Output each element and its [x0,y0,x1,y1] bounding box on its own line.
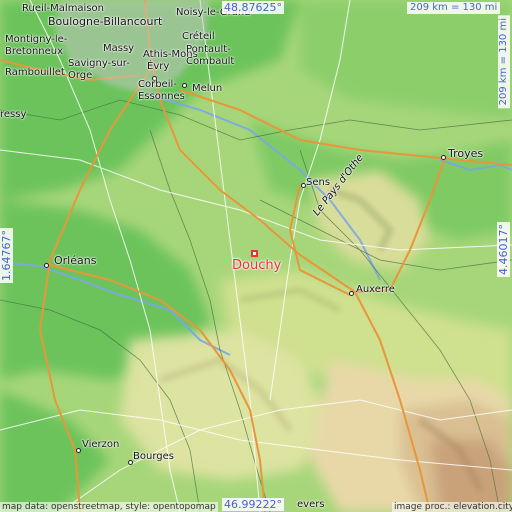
scale-horizontal: 209 km = 130 mi [407,2,501,14]
credit-map-data: map data: openstreetmap, style: opentopo… [0,502,218,512]
scale-vertical: 209 km = 130 mi [498,15,510,109]
place-label-nevers[interactable]: evers [297,500,325,510]
place-label-boulogne[interactable]: Boulogne-Billancourt [48,16,162,27]
place-label-ressy[interactable]: ressy [0,110,26,120]
topographic-map[interactable]: Rueil-Malmaison Noisy-le-Grand Boulogne-… [0,0,512,512]
place-label-orleans[interactable]: Orléans [54,255,96,266]
place-label-melun[interactable]: Melun [192,84,222,94]
place-label-sens[interactable]: Sens [306,178,330,188]
city-dot [441,155,446,160]
place-label-evry[interactable]: Évry [147,62,169,72]
city-dot [44,263,49,268]
coordinate-top: 48.87625° [222,1,284,14]
city-dot [349,291,354,296]
place-label-pontault[interactable]: Pontault-Combault [186,44,256,68]
coordinate-left: 1.64767° [0,228,13,283]
place-label-bourges[interactable]: Bourges [133,452,174,462]
coordinate-bottom: 46.99222° [222,498,284,511]
place-label-auxerre[interactable]: Auxerre [356,285,395,295]
place-label-vierzon[interactable]: Vierzon [82,440,119,450]
target-location-label[interactable]: Douchy [232,259,281,272]
place-label-troyes[interactable]: Troyes [448,148,483,159]
place-label-savigny[interactable]: Savigny-sur-Orge [68,58,138,82]
place-label-massy[interactable]: Massy [103,44,134,54]
city-dot [76,448,81,453]
place-label-rueil[interactable]: Rueil-Malmaison [22,4,104,14]
place-label-rambouillet[interactable]: Rambouillet [5,68,65,78]
target-location-marker[interactable] [251,250,258,257]
place-label-creteil[interactable]: Créteil [182,32,215,42]
credit-image-processing: image proc.: elevation.city [392,502,512,512]
coordinate-right: 4.46017° [497,222,510,277]
